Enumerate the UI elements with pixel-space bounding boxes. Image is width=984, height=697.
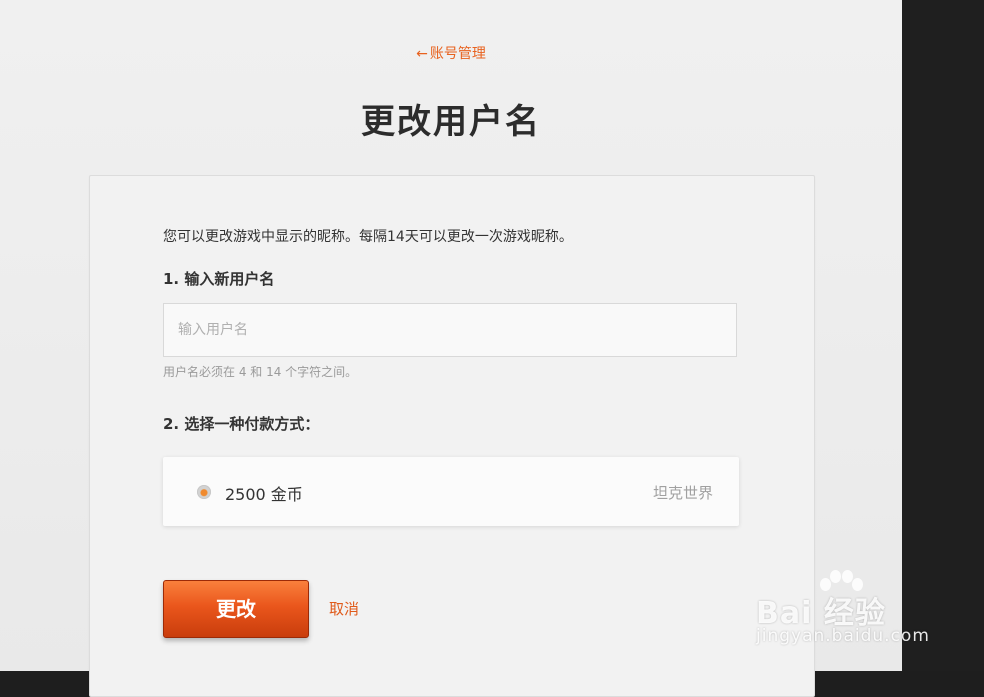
username-hint: 用户名必须在 4 和 14 个字符之间。 — [163, 365, 358, 379]
step2-heading: 2. 选择一种付款方式： — [163, 415, 320, 433]
page-title: 更改用户名 — [361, 102, 541, 142]
payment-option-label: 2500 金币 — [225, 485, 303, 504]
back-link-label: 账号管理 — [429, 46, 486, 62]
payment-option-game: 坦克世界 — [652, 484, 713, 502]
change-username-card: 您可以更改游戏中显示的昵称。每隔14天可以更改一次游戏昵称。 1. 输入新用户名… — [89, 175, 815, 697]
arrow-left-icon: ← — [416, 46, 428, 62]
back-to-account-link[interactable]: ← 账号管理 — [0, 43, 902, 63]
step1-heading: 1. 输入新用户名 — [163, 270, 275, 288]
page-background: ← 账号管理 更改用户名 您可以更改游戏中显示的昵称。每隔14天可以更改一次游戏昵… — [0, 0, 902, 697]
dark-side-strip — [902, 0, 984, 671]
username-input[interactable] — [163, 303, 737, 357]
radio-selected-icon[interactable] — [197, 485, 211, 499]
description-text: 您可以更改游戏中显示的昵称。每隔14天可以更改一次游戏昵称。 — [163, 229, 573, 245]
cancel-link[interactable]: 取消 — [329, 598, 359, 619]
change-button[interactable]: 更改 — [163, 580, 309, 638]
payment-option-gold[interactable]: 2500 金币 坦克世界 — [163, 457, 739, 526]
